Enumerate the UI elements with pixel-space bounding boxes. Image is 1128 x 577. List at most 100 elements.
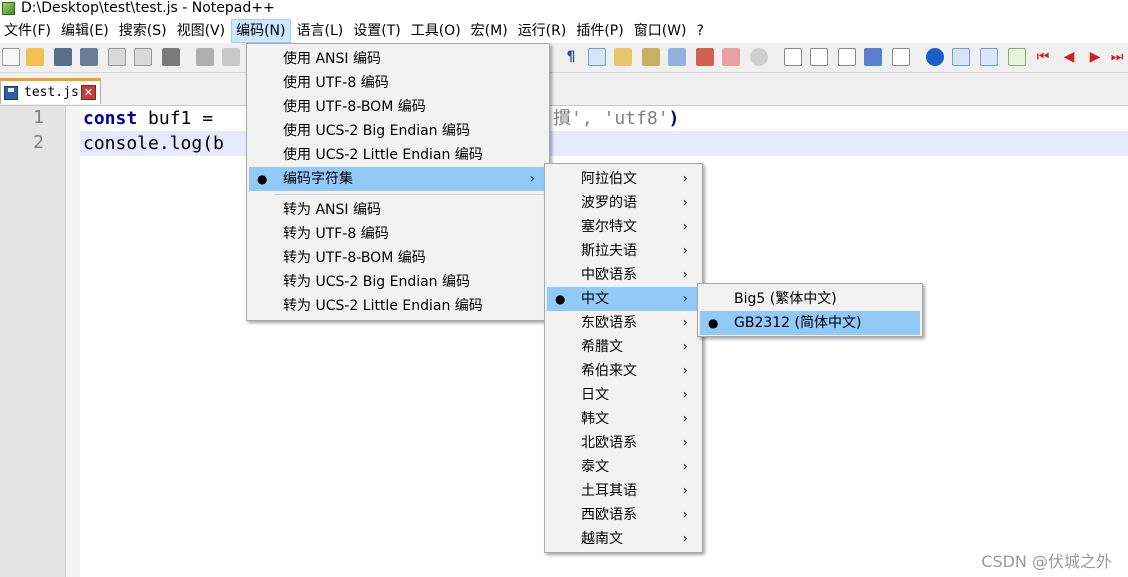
- submenu-arrow-icon: ›: [682, 315, 688, 331]
- last-bookmark-icon[interactable]: ⏭: [1108, 48, 1126, 66]
- window-title: D:\Desktop\test\test.js - Notepad++: [21, 0, 275, 16]
- submenu-arrow-icon: ›: [682, 243, 688, 259]
- menu-item-to-ucs2-be[interactable]: 转为 UCS-2 Big Endian 编码: [249, 270, 547, 294]
- new-file-icon[interactable]: [2, 48, 20, 66]
- charset-cyrillic[interactable]: 斯拉夫语 ›: [547, 239, 700, 263]
- charset-chinese[interactable]: ● 中文 ›: [547, 287, 700, 311]
- first-bookmark-icon[interactable]: ⏮: [1034, 48, 1052, 66]
- function-list-icon[interactable]: [668, 48, 686, 66]
- menu-search[interactable]: 搜索(S): [115, 19, 171, 43]
- code-line-1[interactable]: const buf1 =: [83, 107, 224, 131]
- code-line-2[interactable]: console.log(b: [83, 132, 224, 156]
- charset-gb2312[interactable]: ● GB2312 (简体中文): [700, 311, 920, 335]
- menu-item-to-ucs2-le[interactable]: 转为 UCS-2 Little Endian 编码: [249, 294, 547, 318]
- save-all-icon[interactable]: [80, 48, 98, 66]
- submenu-arrow-icon: ›: [682, 531, 688, 547]
- menu-file[interactable]: 文件(F): [0, 19, 55, 43]
- charset-japanese[interactable]: 日文 ›: [547, 383, 700, 407]
- menu-item-to-utf8-bom[interactable]: 转为 UTF-8-BOM 编码: [249, 246, 547, 270]
- menu-help[interactable]: ?: [693, 19, 708, 43]
- copy-icon[interactable]: [222, 48, 240, 66]
- charset-big5[interactable]: Big5 (繁体中文): [700, 287, 920, 311]
- charset-greek[interactable]: 希腊文 ›: [547, 335, 700, 359]
- line-number: 2: [33, 132, 44, 153]
- keyword-const: const: [83, 108, 138, 129]
- open-file-icon[interactable]: [26, 48, 44, 66]
- charset-arabic[interactable]: 阿拉伯文 ›: [547, 167, 700, 191]
- menu-window[interactable]: 窗口(W): [630, 19, 691, 43]
- close-all-icon[interactable]: [134, 48, 152, 66]
- selected-bullet-icon: ●: [708, 316, 719, 330]
- charset-vietnamese[interactable]: 越南文 ›: [547, 527, 700, 551]
- submenu-arrow-icon: ›: [682, 219, 688, 235]
- close-file-icon[interactable]: [108, 48, 126, 66]
- submenu-arrow-icon: ›: [682, 387, 688, 403]
- menu-bar: 文件(F) 编辑(E) 搜索(S) 视图(V) 编码(N) 语言(L) 设置(T…: [0, 19, 1128, 43]
- submenu-arrow-icon: ›: [682, 507, 688, 523]
- submenu-arrow-icon: ›: [682, 195, 688, 211]
- charset-submenu: 阿拉伯文 › 波罗的语 › 塞尔特文 › 斯拉夫语 › 中欧语系 › ● 中文 › 东欧语系 ›…: [544, 163, 703, 553]
- run-macro-multiple-icon[interactable]: [864, 48, 882, 66]
- charset-korean[interactable]: 韩文 ›: [547, 407, 700, 431]
- menu-edit[interactable]: 编辑(E): [57, 19, 113, 43]
- monitoring-icon[interactable]: [722, 48, 740, 66]
- indent-guide-icon[interactable]: [588, 48, 606, 66]
- submenu-arrow-icon: ›: [682, 483, 688, 499]
- saved-file-icon: [4, 85, 18, 100]
- charset-celtic[interactable]: 塞尔特文 ›: [547, 215, 700, 239]
- menu-tools[interactable]: 工具(O): [407, 19, 465, 43]
- charset-western-european[interactable]: 西欧语系 ›: [547, 503, 700, 527]
- close-tab-icon[interactable]: ✕: [80, 85, 96, 100]
- menu-encoding[interactable]: 编码(N): [231, 19, 291, 43]
- menu-view[interactable]: 视图(V): [173, 19, 230, 43]
- charset-turkish[interactable]: 土耳其语 ›: [547, 479, 700, 503]
- menu-item-use-ucs2-be[interactable]: 使用 UCS-2 Big Endian 编码: [249, 119, 547, 143]
- eye-icon[interactable]: [750, 48, 768, 66]
- console-icon[interactable]: [952, 48, 970, 66]
- toolbar: ¶ ⏮ ◀ ▶ ⏭: [0, 43, 1128, 73]
- show-all-characters-icon[interactable]: ¶: [562, 48, 580, 66]
- menu-item-use-ucs2-le[interactable]: 使用 UCS-2 Little Endian 编码: [249, 143, 547, 167]
- menu-language[interactable]: 语言(L): [293, 19, 348, 43]
- line-number-gutter: [0, 106, 66, 577]
- fold-margin: [66, 106, 80, 577]
- menu-item-use-utf8-bom[interactable]: 使用 UTF-8-BOM 编码: [249, 95, 547, 119]
- menu-run[interactable]: 运行(R): [514, 19, 571, 43]
- charset-north-european[interactable]: 北欧语系 ›: [547, 431, 700, 455]
- charset-thai[interactable]: 泰文 ›: [547, 455, 700, 479]
- tab-test-js[interactable]: test.js ✕: [0, 78, 101, 104]
- menu-item-to-utf8[interactable]: 转为 UTF-8 编码: [249, 222, 547, 246]
- menu-item-use-ansi[interactable]: 使用 ANSI 编码: [249, 47, 547, 71]
- check-icon[interactable]: [1008, 48, 1026, 66]
- menu-separator: [275, 194, 547, 195]
- tab-label: test.js: [24, 85, 79, 100]
- save-icon[interactable]: [54, 48, 72, 66]
- next-bookmark-icon[interactable]: ▶: [1086, 48, 1104, 66]
- title-bar: D:\Desktop\test\test.js - Notepad++: [0, 0, 1128, 16]
- submenu-arrow-icon: ›: [682, 339, 688, 355]
- record-macro-icon[interactable]: [784, 48, 802, 66]
- submenu-arrow-icon: ›: [682, 291, 688, 307]
- play-macro-icon[interactable]: [838, 48, 856, 66]
- menu-item-to-ansi[interactable]: 转为 ANSI 编码: [249, 198, 547, 222]
- charset-hebrew[interactable]: 希伯来文 ›: [547, 359, 700, 383]
- charset-baltic[interactable]: 波罗的语 ›: [547, 191, 700, 215]
- menu-item-use-utf8[interactable]: 使用 UTF-8 编码: [249, 71, 547, 95]
- submenu-arrow-icon: ›: [529, 171, 535, 187]
- folder-as-workspace-icon[interactable]: [696, 48, 714, 66]
- internet-explorer-icon[interactable]: [926, 48, 944, 66]
- menu-item-charset[interactable]: ● 编码字符集 ›: [249, 167, 547, 191]
- charset-eastern-european[interactable]: 东欧语系 ›: [547, 311, 700, 335]
- cut-icon[interactable]: [196, 48, 214, 66]
- document-map-icon[interactable]: [642, 48, 660, 66]
- menu-macro[interactable]: 宏(M): [467, 19, 512, 43]
- stop-macro-icon[interactable]: [810, 48, 828, 66]
- print-icon[interactable]: [162, 48, 180, 66]
- save-macro-icon[interactable]: [892, 48, 910, 66]
- previous-bookmark-icon[interactable]: ◀: [1060, 48, 1078, 66]
- menu-plugins[interactable]: 插件(P): [572, 19, 627, 43]
- user-defined-language-icon[interactable]: [614, 48, 632, 66]
- menu-settings[interactable]: 设置(T): [349, 19, 404, 43]
- xml-icon[interactable]: [980, 48, 998, 66]
- charset-central-european[interactable]: 中欧语系 ›: [547, 263, 700, 287]
